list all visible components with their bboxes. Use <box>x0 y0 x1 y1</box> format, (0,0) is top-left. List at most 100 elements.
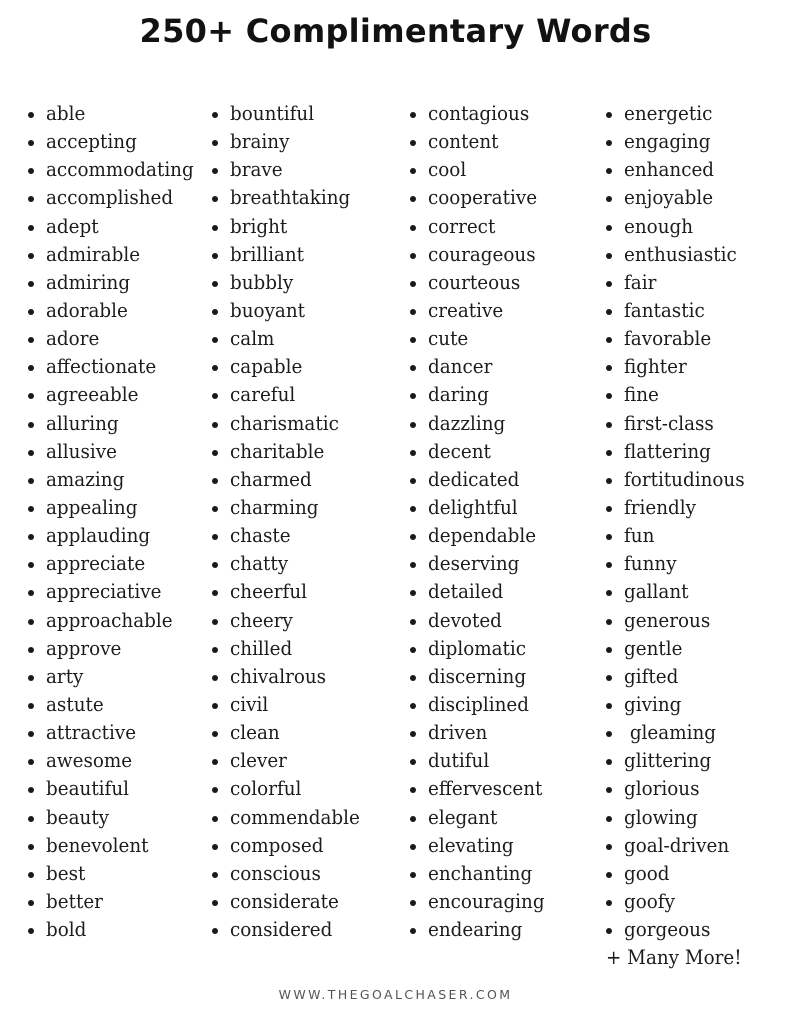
bullet-icon <box>212 280 218 287</box>
list-item: civil <box>208 691 368 719</box>
many-more-text: + Many More! <box>606 946 742 969</box>
word-text: composed <box>230 833 324 857</box>
list-item: glittering <box>602 747 752 775</box>
bullet-icon <box>410 702 416 709</box>
bullet-icon <box>212 815 218 822</box>
word-text: admiring <box>46 270 131 294</box>
bullet-icon <box>606 787 612 794</box>
bullet-icon <box>28 899 34 906</box>
word-text: glorious <box>624 777 700 801</box>
list-item: commendable <box>208 804 368 832</box>
word-text: flattering <box>624 439 711 463</box>
word-text: courageous <box>428 242 536 266</box>
bullet-icon <box>212 140 218 147</box>
bullet-icon <box>28 646 34 653</box>
word-text: considerate <box>230 889 339 913</box>
bullet-icon <box>212 168 218 175</box>
word-text: approve <box>46 636 122 660</box>
word-text: best <box>46 861 86 885</box>
bullet-icon <box>606 252 612 259</box>
list-item: chivalrous <box>208 663 368 691</box>
bullet-icon <box>212 224 218 231</box>
list-item: goofy <box>602 888 752 916</box>
bullet-icon <box>410 140 416 147</box>
bullet-icon <box>606 618 612 625</box>
word-text: appreciative <box>46 580 162 604</box>
list-item: elegant <box>406 804 552 832</box>
bullet-icon <box>212 646 218 653</box>
word-text: breathtaking <box>230 186 351 210</box>
bullet-icon <box>606 562 612 569</box>
bullet-icon <box>410 787 416 794</box>
word-text: enhanced <box>624 158 715 182</box>
bullet-icon <box>212 731 218 738</box>
list-item: courageous <box>406 241 552 269</box>
bullet-icon <box>212 449 218 456</box>
bullet-icon <box>212 787 218 794</box>
bullet-icon <box>28 224 34 231</box>
bullet-icon <box>28 449 34 456</box>
bullet-icon <box>410 393 416 400</box>
list-item: giving <box>602 691 752 719</box>
bullet-icon <box>28 308 34 315</box>
word-text: chilled <box>230 636 293 660</box>
list-item: funny <box>602 550 752 578</box>
bullet-icon <box>28 534 34 541</box>
word-text: gifted <box>624 664 679 688</box>
list-item: encouraging <box>406 888 552 916</box>
bullet-icon <box>28 252 34 259</box>
list-item: cooperative <box>406 184 552 212</box>
word-text: amazing <box>46 467 125 491</box>
word-text: accomplished <box>46 186 174 210</box>
list-item: charismatic <box>208 410 368 438</box>
word-text: capable <box>230 355 303 379</box>
list-item: deserving <box>406 550 552 578</box>
word-text: agreeable <box>46 383 139 407</box>
word-text: astute <box>46 692 104 716</box>
word-text: cheerful <box>230 580 307 604</box>
word-text: friendly <box>624 495 697 519</box>
list-item: gentle <box>602 635 752 663</box>
word-text: charismatic <box>230 411 339 435</box>
list-item: chatty <box>208 550 368 578</box>
word-column-4: energetic engaging enhanced enjoyable enough… <box>602 100 752 944</box>
list-item: alluring <box>24 410 203 438</box>
list-item: fortitudinous <box>602 466 752 494</box>
bullet-icon <box>410 365 416 372</box>
word-text: bright <box>230 214 288 238</box>
bullet-icon <box>212 421 218 428</box>
list-item: conscious <box>208 860 368 888</box>
bullet-icon <box>212 618 218 625</box>
list-item: accepting <box>24 128 203 156</box>
word-text: buoyant <box>230 298 306 322</box>
word-text: chatty <box>230 552 289 576</box>
list-item: fantastic <box>602 297 752 325</box>
bullet-icon <box>212 337 218 344</box>
bullet-icon <box>28 196 34 203</box>
word-text: cheery <box>230 608 293 632</box>
bullet-icon <box>606 928 612 935</box>
bullet-icon <box>410 112 416 118</box>
list-item: brilliant <box>208 241 368 269</box>
list-item: beauty <box>24 804 203 832</box>
list-item: dazzling <box>406 410 552 438</box>
list-item: gifted <box>602 663 752 691</box>
list-item: effervescent <box>406 775 552 803</box>
word-text: fortitudinous <box>624 467 745 491</box>
bullet-icon <box>606 477 612 484</box>
word-text: dazzling <box>428 411 506 435</box>
list-item: appreciate <box>24 550 203 578</box>
bullet-icon <box>606 168 612 175</box>
bullet-icon <box>410 168 416 175</box>
bullet-icon <box>410 421 416 428</box>
list-item: brainy <box>208 128 368 156</box>
bullet-icon <box>410 224 416 231</box>
bullet-icon <box>606 337 612 344</box>
bullet-icon <box>28 843 34 850</box>
bullet-icon <box>212 899 218 906</box>
list-item: adore <box>24 325 203 353</box>
bullet-icon <box>410 928 416 935</box>
bullet-icon <box>410 871 416 878</box>
bullet-icon <box>28 505 34 512</box>
list-item: admiring <box>24 269 203 297</box>
